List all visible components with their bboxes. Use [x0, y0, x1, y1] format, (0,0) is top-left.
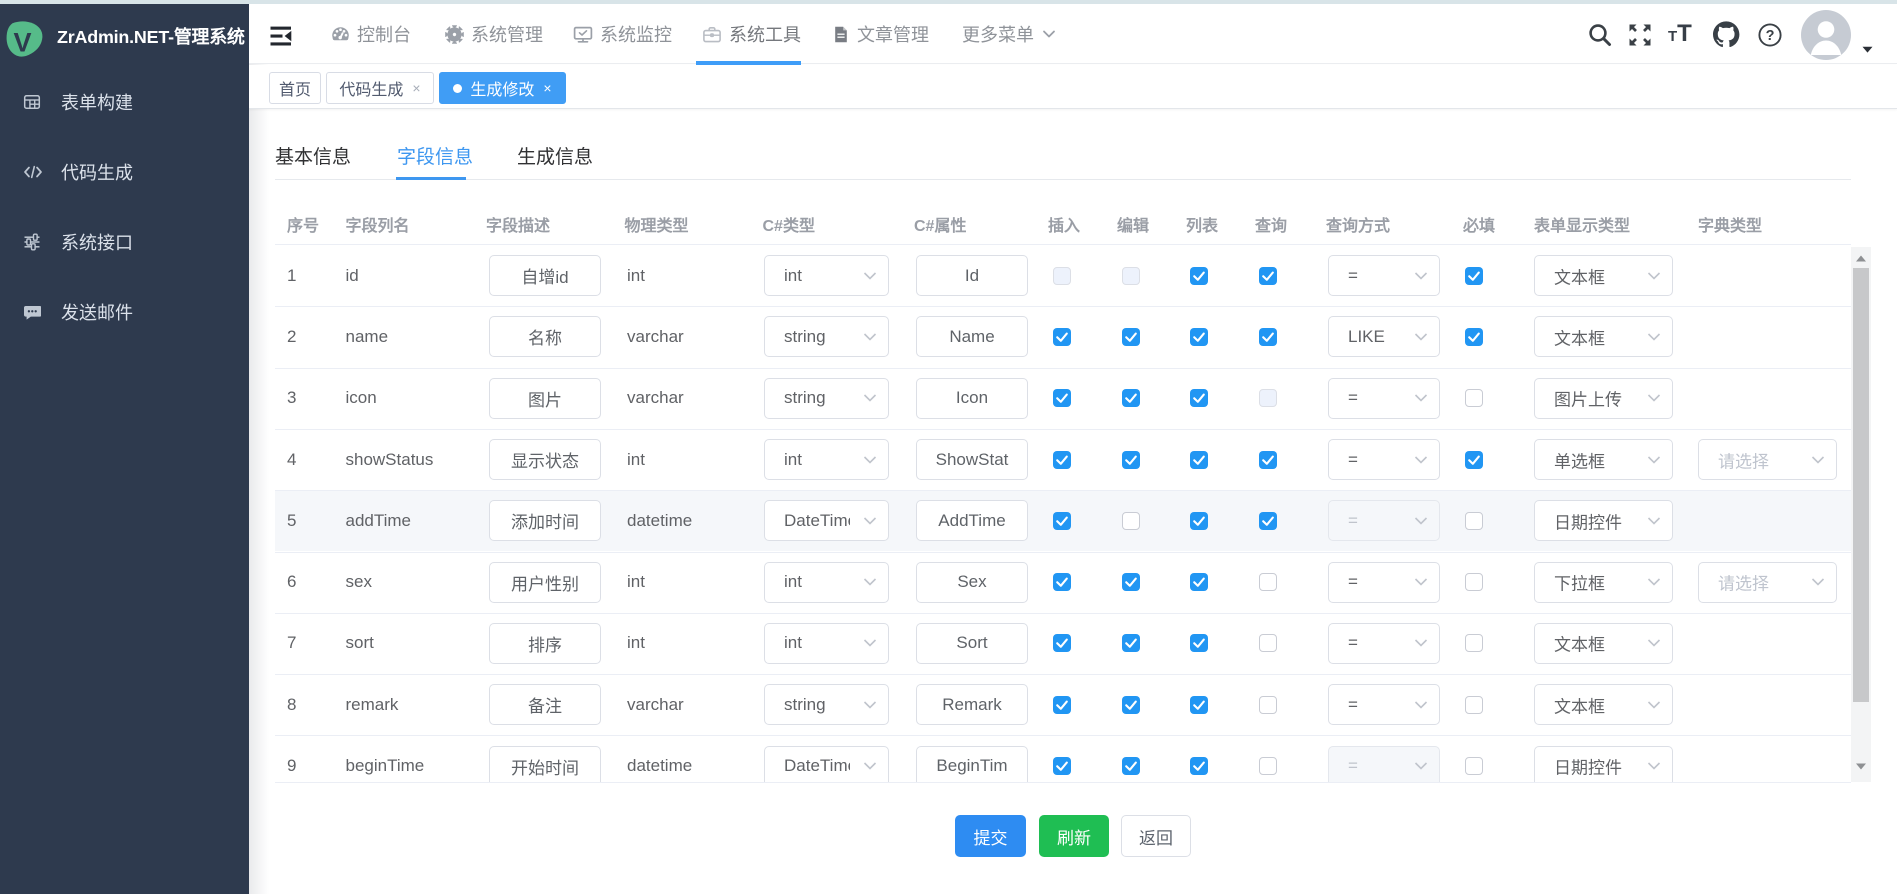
- svg-text:V: V: [13, 28, 31, 58]
- svg-text:?: ?: [1766, 28, 1775, 44]
